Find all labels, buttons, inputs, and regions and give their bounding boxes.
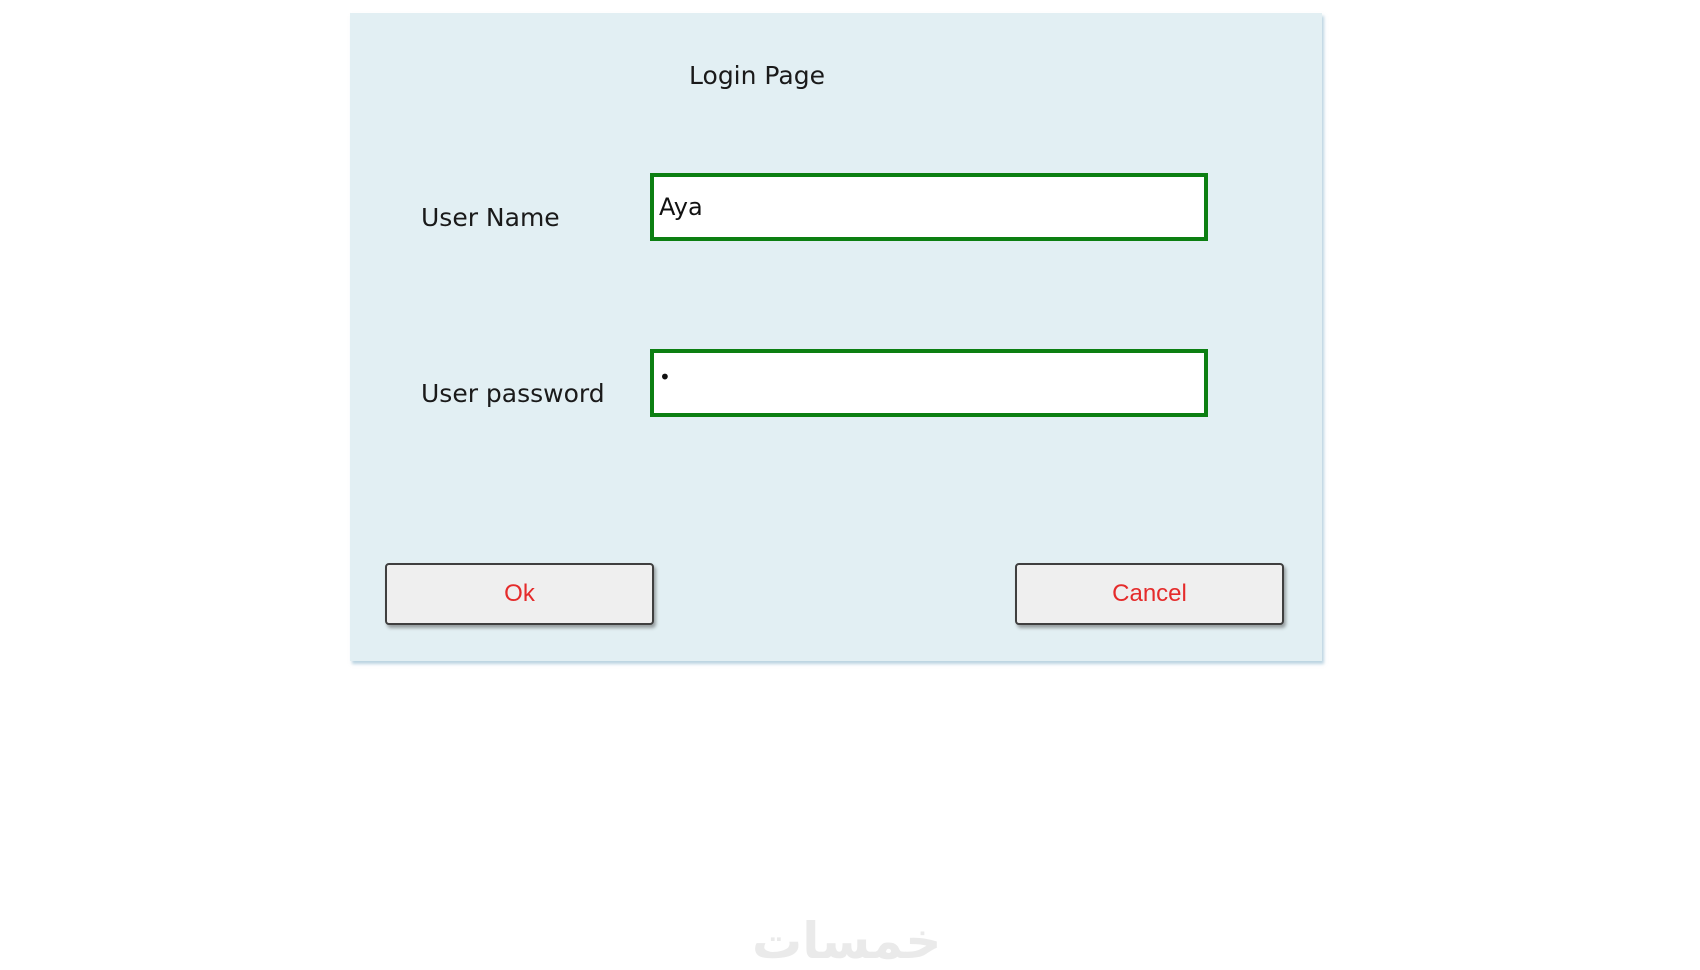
username-input[interactable]: Aya [650, 173, 1208, 241]
dialog-title: Login Page [689, 61, 825, 90]
cancel-button[interactable]: Cancel [1015, 563, 1284, 625]
watermark-logo: خمسات [752, 912, 942, 970]
password-value: • [659, 365, 673, 389]
username-label: User Name [421, 203, 560, 232]
password-label: User password [421, 379, 605, 408]
password-input[interactable]: • [650, 349, 1208, 417]
ok-button[interactable]: Ok [385, 563, 654, 625]
login-dialog: Login Page User Name Aya User password •… [350, 13, 1322, 661]
username-value: Aya [659, 193, 703, 221]
